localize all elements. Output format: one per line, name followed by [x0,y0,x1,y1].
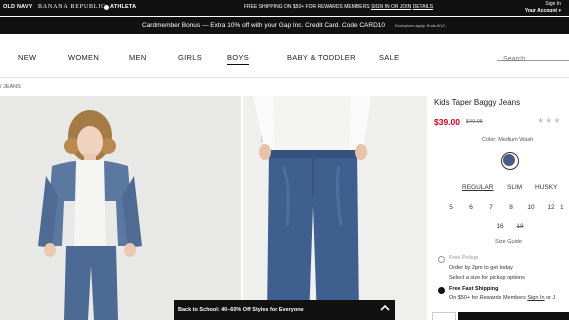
chevron-down-icon: ▾ [558,8,561,14]
main-nav: NEW WOMEN MEN GIRLS BOYS BABY & TODDLER … [0,34,569,78]
brand-bar: OLD NAVY BANANA REPUBLIC ATHLETA FREE SH… [0,0,569,16]
size-option[interactable]: 6 [462,200,480,216]
size-option[interactable]: 5 [442,200,460,216]
pickup-line1: Order by 2pm to get today [449,265,513,271]
color-swatch-medium-wash[interactable] [503,154,515,166]
size-option[interactable]: 1 [560,200,569,216]
product-photo-jeans [243,96,427,320]
nav-item-women[interactable]: WOMEN [68,53,99,62]
size-guide-link[interactable]: Size Guide [495,239,522,245]
nav-item-sale[interactable]: SALE [379,53,399,62]
cardmember-bar[interactable]: Cardmember Bonus — Extra 10% off with yo… [0,17,569,34]
search-box[interactable] [497,48,569,66]
banana-republic-logo[interactable]: BANANA REPUBLIC [38,4,106,10]
shipping-promo-text: FREE SHIPPING ON $50+ FOR REWARDS MEMBER… [244,4,370,10]
fit-tab-husky[interactable]: HUSKY [535,184,557,191]
signin-join-link[interactable]: SIGN IN OR JOIN [371,4,411,10]
size-option[interactable]: 10 [522,200,540,216]
shipping-line: On $50+ for Rewards Members Sign In or J [449,295,555,301]
sale-price: $39.00 [434,117,460,127]
chevron-up-icon[interactable] [380,303,390,313]
nav-item-girls[interactable]: GIRLS [178,53,202,62]
rating-stars[interactable]: ★★★ [537,116,562,125]
quantity-selector[interactable] [432,312,456,320]
sign-in-label: Sign In [545,1,561,7]
promo-banner[interactable]: Back to School: 40–60% Off Styles for Ev… [174,300,395,320]
athleta-icon [104,5,109,10]
pickup-line2: Select a size for pickup options [449,275,525,281]
nav-item-new[interactable]: NEW [18,53,36,62]
nav-item-boys[interactable]: BOYS [227,53,250,65]
shipping-or-join[interactable]: or J [546,295,555,301]
search-input[interactable] [497,53,569,66]
your-account-label: Your Account [524,8,558,14]
size-option[interactable]: 7 [482,200,500,216]
details-link[interactable]: DETAILS [413,4,433,10]
cardmember-text: Cardmember Bonus — Extra 10% off with yo… [142,22,386,29]
size-option[interactable]: 8 [502,200,520,216]
promo-banner-text: Back to School: 40–60% Off Styles for Ev… [178,307,304,313]
athleta-logo[interactable]: ATHLETA [110,4,136,10]
size-option[interactable]: 12 [542,200,560,216]
pickup-radio[interactable] [438,256,445,263]
fit-tab-regular[interactable]: REGULAR [462,184,493,191]
old-navy-logo[interactable]: OLD NAVY [3,4,33,10]
product-title: Kids Taper Baggy Jeans [434,98,521,107]
product-image-2[interactable] [243,96,427,320]
fit-tab-slim[interactable]: SLIM [507,184,522,191]
shipping-signin-link[interactable]: Sign In [527,295,544,301]
shipping-line-prefix: On $50+ for Rewards Members [449,295,526,301]
cardmember-fine-print: Exclusions apply. Ends 8/12. [395,23,446,28]
account-menu[interactable]: Sign In Your Account ▾ [501,1,561,15]
size-option[interactable]: 16 [491,219,509,235]
product-image-1[interactable] [0,96,241,320]
shipping-title: Free Fast Shipping [449,286,499,292]
original-price: $49.95 [466,119,483,125]
size-option-out-of-stock[interactable]: 18 [511,219,529,235]
shipping-radio[interactable] [438,287,445,294]
breadcrumb[interactable]: / JEANS [0,84,21,90]
add-to-bag-button[interactable] [458,312,569,320]
shipping-promo: FREE SHIPPING ON $50+ FOR REWARDS MEMBER… [244,4,433,10]
pickup-title: Free Pickup [449,255,479,261]
nav-item-men[interactable]: MEN [129,53,147,62]
nav-item-baby-toddler[interactable]: BABY & TODDLER [287,53,356,62]
color-label: Color: Medium Wash [482,137,534,143]
product-photo-jacket [0,96,241,320]
